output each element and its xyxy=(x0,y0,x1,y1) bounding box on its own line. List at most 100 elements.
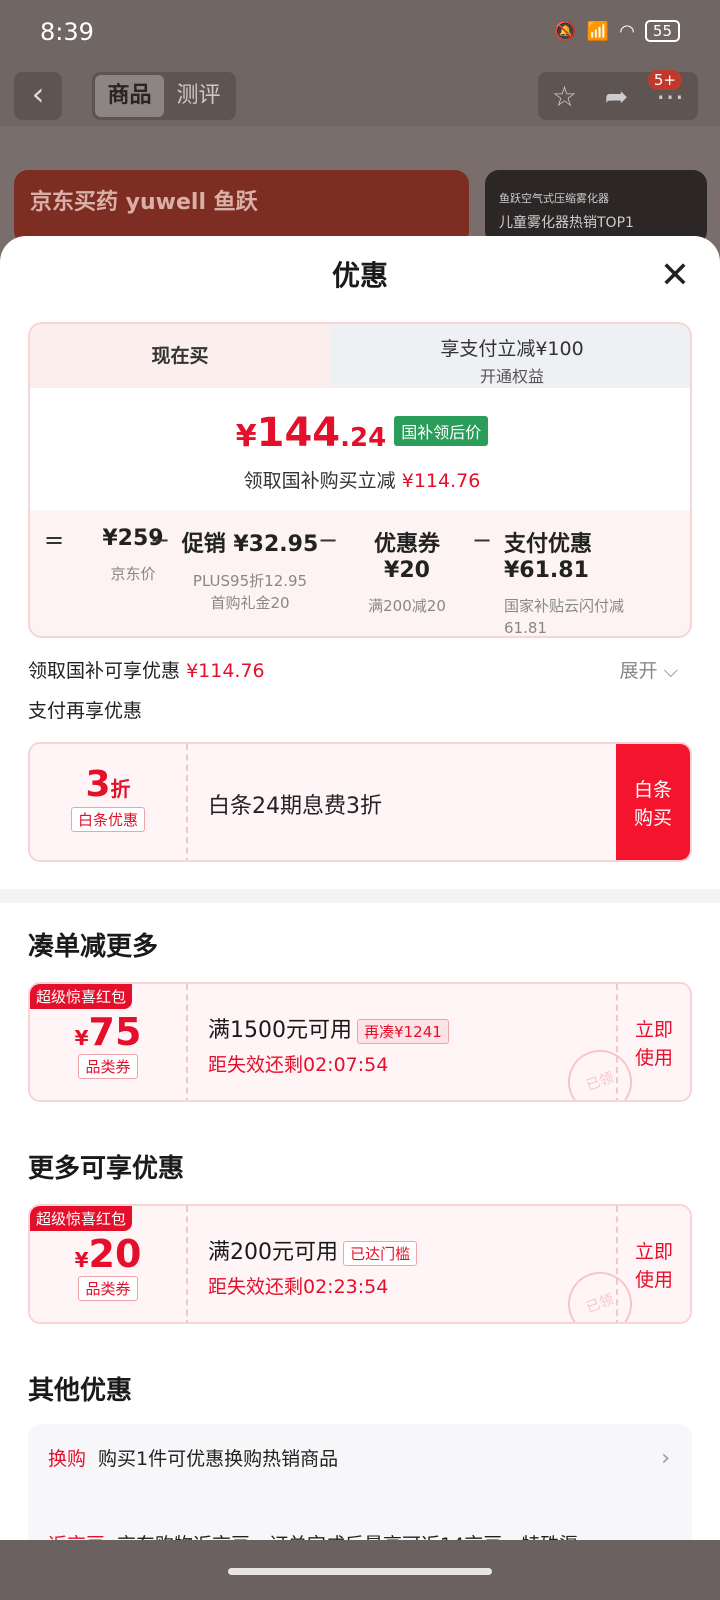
jd-price-label: 京东价 xyxy=(110,565,156,583)
sheet-title: 优惠 xyxy=(331,259,388,292)
baitiao-buy-label: 白条购买 xyxy=(633,779,672,829)
section-enjoy-title: 更多可享优惠 xyxy=(28,1154,185,1184)
minus-sign-1: − xyxy=(150,526,171,554)
offer-key: 换购 xyxy=(48,1448,87,1470)
tab-pay-sub: 开通权益 xyxy=(479,367,544,386)
coupon-type: 品类券 xyxy=(78,1276,138,1301)
tab-pay-title: 享支付立减¥100 xyxy=(440,338,584,360)
subtext-label: 领取国补购买立减 xyxy=(243,470,396,492)
section-more-title: 凑单减更多 xyxy=(28,932,159,962)
subsidy-label: 领取国补可享优惠 xyxy=(28,660,181,682)
signal-icon: 📶 xyxy=(586,20,610,42)
pay-discount-item: 支付优惠 ¥61.81 国家补贴云闪付减 61.81 xyxy=(504,526,684,637)
coupon-type: 品类券 xyxy=(78,1054,138,1079)
section-divider xyxy=(0,889,720,903)
banner-line2: 儿童雾化器热销TOP1 xyxy=(499,215,634,231)
subsidy-amount: ¥114.76 xyxy=(186,660,265,682)
minus-sign-3: − xyxy=(472,526,493,554)
coupon-item: 优惠券 ¥20 满200减20 xyxy=(348,526,466,617)
promo-note-2: 首购礼金20 xyxy=(210,594,290,612)
coupon-currency: ¥ xyxy=(74,1026,89,1050)
baitiao-buy-button[interactable]: 白条购买 xyxy=(616,744,690,860)
status-icons: 🔕 📶 ◠ 55 xyxy=(554,20,680,42)
use-now-label: 立即使用 xyxy=(634,1019,673,1069)
coupon-amount: ¥20 xyxy=(30,1232,186,1276)
banner-line1: 鱼跃空气式压缩雾化器 xyxy=(499,192,609,205)
coupon-extra: 再凑¥1241 xyxy=(357,1019,449,1044)
header-actions: ☆ ➦ ⋯ 5+ xyxy=(538,70,698,120)
baitiao-desc: 白条24期息费3折 xyxy=(208,794,382,819)
coupon-note: 满200减20 xyxy=(368,597,446,615)
chevron-right-icon[interactable]: › xyxy=(661,1446,670,1471)
tab-product[interactable]: 商品 xyxy=(95,75,164,117)
pay-discount-value: 支付优惠 ¥61.81 xyxy=(504,532,593,583)
promo-value: 促销 ¥32.95 xyxy=(181,532,319,557)
coupon-condition: 满1500元可用 xyxy=(208,1018,352,1043)
pay-more-label: 支付再享优惠 xyxy=(28,700,143,722)
jd-price-item: ¥259 京东价 xyxy=(78,526,188,585)
baitiao-discount: 3折 白条优惠 xyxy=(30,744,188,860)
message-badge: 5+ xyxy=(647,70,682,90)
jd-price: ¥259 xyxy=(102,526,164,551)
baitiao-card[interactable]: 3折 白条优惠 白条24期息费3折 白条购买 xyxy=(28,742,692,862)
price-box: 现在买 享支付立减¥100 开通权益 ¥144.24 国补领后价 领取国补购买立减… xyxy=(28,322,692,638)
use-now-label: 立即使用 xyxy=(634,1241,673,1291)
baitiao-rate: 3折 xyxy=(30,764,186,805)
coupon-currency: ¥ xyxy=(74,1248,89,1272)
battery-icon: 55 xyxy=(644,20,680,42)
status-bar: 8:39 🔕 📶 ◠ 55 xyxy=(0,0,720,66)
home-indicator[interactable] xyxy=(228,1568,492,1575)
wifi-icon: ◠ xyxy=(619,20,635,42)
coupon-condition: 满200元可用 xyxy=(208,1240,338,1265)
tab-pay-discount[interactable]: 享支付立减¥100 开通权益 xyxy=(330,324,690,388)
discount-sheet: 优惠 ✕ 现在买 享支付立减¥100 开通权益 ¥144.24 国补领后价 领取国… xyxy=(0,236,720,1600)
coupon-amount-box: ¥75 品类券 xyxy=(30,984,188,1100)
promo-banner[interactable]: 京东买药 yuwell 鱼跃 xyxy=(14,170,469,245)
promo-item: 促销 ¥32.95 PLUS95折12.95 首购礼金20 xyxy=(180,526,320,614)
pay-discount-note-1: 国家补贴云闪付减 xyxy=(504,597,625,615)
share-icon[interactable]: ➦ xyxy=(605,80,628,113)
coupon-expire: 距失效还剩02:23:54 xyxy=(208,1276,389,1298)
mute-icon: 🔕 xyxy=(554,20,577,42)
close-icon[interactable]: ✕ xyxy=(660,258,690,294)
tab-buy-now[interactable]: 现在买 xyxy=(30,324,330,388)
baitiao-rate-value: 3 xyxy=(85,764,111,805)
coupon-value: 20 xyxy=(88,1232,142,1276)
price-tag: 国补领后价 xyxy=(394,416,489,446)
tab-review[interactable]: 测评 xyxy=(164,75,233,117)
baitiao-tag: 白条优惠 xyxy=(70,807,145,832)
back-button[interactable]: ‹ xyxy=(14,72,62,120)
price-currency: ¥ xyxy=(235,419,257,454)
use-now-button[interactable]: 立即使用 xyxy=(616,1206,690,1322)
coupon-extra: 已达门槛 xyxy=(343,1241,418,1266)
coupon-expire: 距失效还剩02:07:54 xyxy=(208,1054,389,1076)
product-banner[interactable]: 鱼跃空气式压缩雾化器 儿童雾化器热销TOP1 xyxy=(485,170,707,245)
pay-discount-note-2: 61.81 xyxy=(504,619,547,637)
coupon-amount: ¥75 xyxy=(30,1010,186,1054)
tab-switcher: 商品 测评 xyxy=(92,72,236,120)
baitiao-rate-unit: 折 xyxy=(110,777,131,801)
price-subtext: 领取国补购买立减 ¥114.76 xyxy=(30,466,690,493)
offer-text: 购买1件可优惠换购热销商品 xyxy=(98,1448,339,1470)
expand-button[interactable]: 展开 ⌵ xyxy=(620,656,678,683)
coupon-card-75[interactable]: 超级惊喜红包 ¥75 品类券 满1500元可用 再凑¥1241 距失效还剩02:… xyxy=(28,982,692,1102)
system-nav-bar xyxy=(0,1540,720,1600)
price-decimal: .24 xyxy=(340,423,387,453)
section-other-title: 其他优惠 xyxy=(28,1376,133,1406)
coupon-card-20[interactable]: 超级惊喜红包 ¥20 品类券 满200元可用 已达门槛 距失效还剩02:23:5… xyxy=(28,1204,692,1324)
coupon-amount-box: ¥20 品类券 xyxy=(30,1206,188,1322)
price-breakdown: = ¥259 京东价 − 促销 ¥32.95 PLUS95折12.95 首购礼金… xyxy=(30,510,690,637)
subtext-amount: ¥114.76 xyxy=(401,470,481,492)
coupon-value: 优惠券 ¥20 xyxy=(373,532,440,583)
minus-sign-2: − xyxy=(318,526,339,554)
star-icon[interactable]: ☆ xyxy=(552,80,577,113)
final-price: ¥144.24 国补领后价 xyxy=(30,410,690,456)
status-time: 8:39 xyxy=(40,18,94,46)
equals-sign: = xyxy=(44,526,65,554)
coupon-value: 75 xyxy=(88,1010,142,1054)
coupon-info: 满200元可用 已达门槛 距失效还剩02:23:54 xyxy=(208,1234,418,1299)
use-now-button[interactable]: 立即使用 xyxy=(616,984,690,1100)
list-item-exchange[interactable]: 换购 购买1件可优惠换购热销商品 xyxy=(48,1444,338,1471)
subsidy-line: 领取国补可享优惠 ¥114.76 xyxy=(28,656,265,683)
coupon-info: 满1500元可用 再凑¥1241 距失效还剩02:07:54 xyxy=(208,1012,449,1077)
